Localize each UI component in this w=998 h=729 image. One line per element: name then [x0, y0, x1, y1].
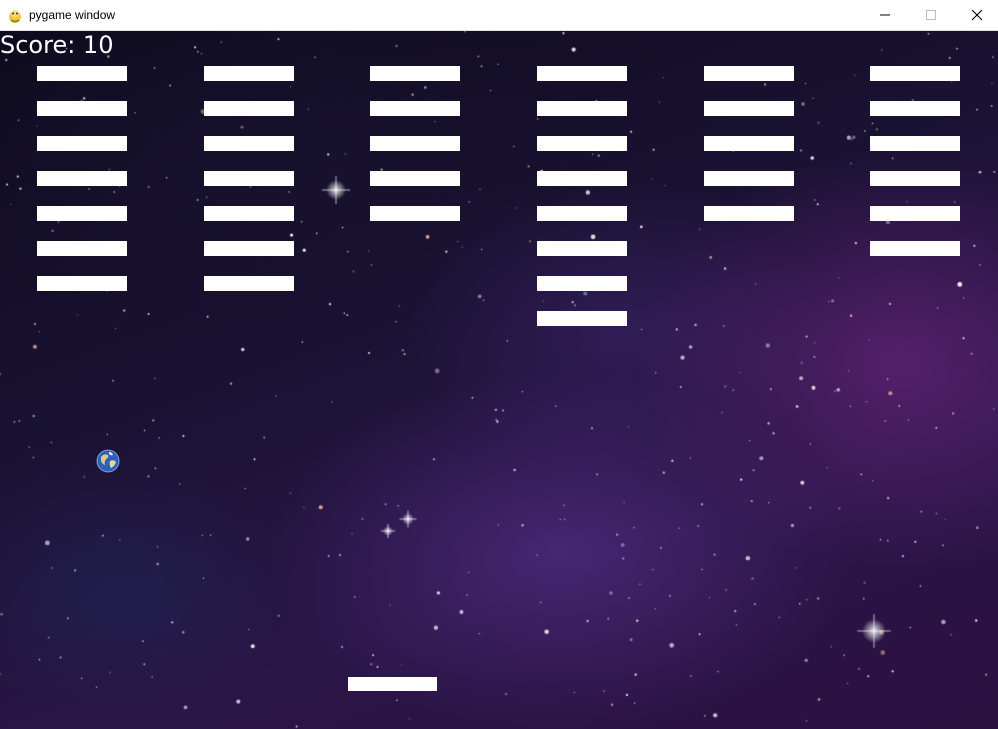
paddle[interactable] [348, 677, 437, 691]
title-bar[interactable]: pygame window [0, 0, 998, 31]
brick [537, 101, 627, 116]
brick [537, 311, 627, 326]
brick [704, 101, 794, 116]
brick [37, 276, 127, 291]
brick [704, 66, 794, 81]
earth-globe-icon [96, 449, 120, 473]
brick [204, 206, 294, 221]
brick [537, 241, 627, 256]
brick [204, 136, 294, 151]
score-label: Score: 10 [0, 31, 114, 59]
brick [870, 171, 960, 186]
brick [37, 241, 127, 256]
brick [870, 241, 960, 256]
window-title: pygame window [29, 8, 116, 22]
minimize-icon [880, 14, 890, 16]
brick [870, 101, 960, 116]
brick [870, 66, 960, 81]
maximize-button[interactable] [908, 0, 954, 30]
brick [537, 171, 627, 186]
brick [204, 171, 294, 186]
brick [204, 101, 294, 116]
maximize-icon [926, 10, 936, 20]
minimize-button[interactable] [862, 0, 908, 30]
brick [537, 136, 627, 151]
brick [870, 206, 960, 221]
close-button[interactable] [954, 0, 998, 30]
brick [370, 136, 460, 151]
close-icon [971, 9, 983, 21]
brick [204, 66, 294, 81]
brick [537, 206, 627, 221]
brick [704, 171, 794, 186]
brick [37, 171, 127, 186]
brick [704, 206, 794, 221]
brick [204, 241, 294, 256]
brick [704, 136, 794, 151]
brick [37, 136, 127, 151]
brick [370, 66, 460, 81]
brick [370, 101, 460, 116]
game-canvas[interactable]: Score: 10 [0, 31, 998, 729]
brick [37, 206, 127, 221]
brick [37, 66, 127, 81]
starfield-background [0, 31, 998, 729]
brick [204, 276, 294, 291]
brick [537, 66, 627, 81]
brick [870, 136, 960, 151]
pygame-snake-icon [9, 10, 21, 23]
brick [370, 171, 460, 186]
brick [37, 101, 127, 116]
brick [537, 276, 627, 291]
brick [370, 206, 460, 221]
